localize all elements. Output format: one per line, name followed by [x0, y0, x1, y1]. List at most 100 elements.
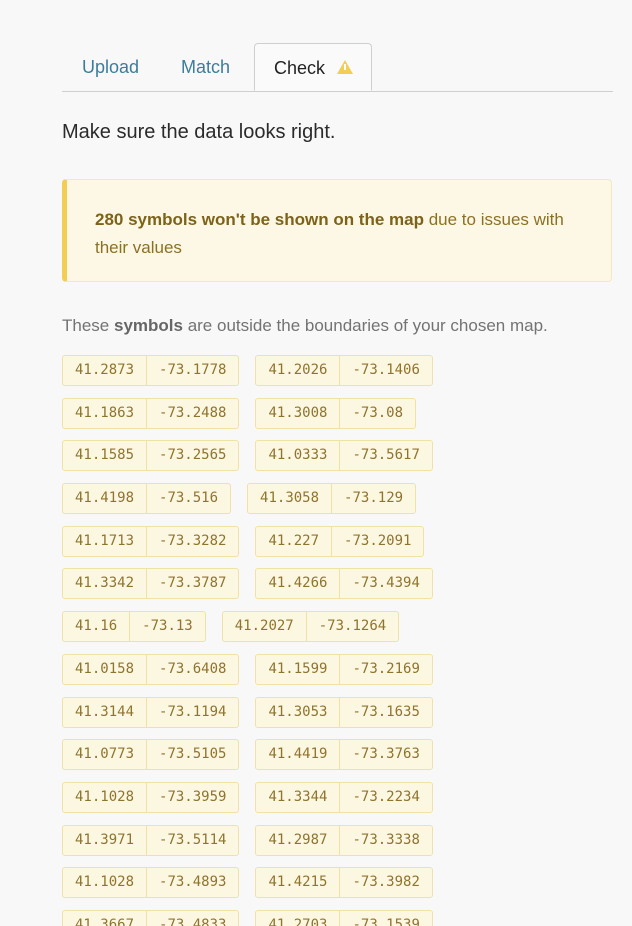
chip-row: 41.1713 -73.3282 41.227 -73.2091	[62, 525, 622, 557]
coordinate-chip: 41.2873 -73.1778	[62, 355, 240, 386]
coordinate-chip: 41.2027 -73.1264	[221, 611, 400, 643]
longitude-value: -73.2169	[339, 654, 431, 684]
coordinate-chip: 41.1585 -73.2565	[62, 440, 240, 472]
latitude-value: 41.1028	[75, 874, 135, 891]
coordinate-chip: 41.4215 -73.3982	[255, 867, 433, 899]
page-instruction: Make sure the data looks right.	[62, 121, 336, 143]
latitude-value: 41.2703	[268, 916, 328, 926]
latitude-value: 41.3344	[268, 788, 328, 805]
longitude-value: -73.5105	[146, 740, 238, 770]
latitude-value: 41.0158	[75, 660, 135, 677]
page: Upload Match Check Make sure the data lo…	[0, 0, 632, 926]
longitude-value: -73.5114	[146, 825, 238, 855]
latitude-value: 41.2026	[268, 362, 328, 378]
chip-row: 41.1028 -73.3959 41.3344 -73.2234	[62, 781, 622, 813]
chip-row: 41.1028 -73.4893 41.4215 -73.3982	[62, 867, 622, 899]
latitude-value: 41.4215	[268, 874, 328, 891]
latitude-value: 41.4198	[75, 490, 135, 507]
coordinate-chip: 41.3008 -73.08	[255, 397, 417, 429]
latitude-value: 41.1028	[75, 788, 135, 805]
coordinate-chip-list: 41.2873 -73.1778 41.2026 -73.1406 41.1863 -73…	[62, 355, 622, 926]
tab-match[interactable]: Match	[181, 43, 230, 91]
longitude-value: -73.1778	[146, 356, 238, 385]
coordinate-chip: 41.1599 -73.2169	[255, 653, 433, 685]
coordinate-chip: 41.3053 -73.1635	[255, 696, 433, 728]
desc-bold: symbols	[113, 316, 183, 335]
out-of-bounds-description: These symbols are outside the boundaries…	[62, 316, 548, 336]
chip-row: 41.0158 -73.6408 41.1599 -73.2169	[62, 653, 622, 685]
longitude-value: -73.4833	[146, 910, 238, 926]
latitude-value: 41.2027	[234, 618, 294, 635]
warning-icon	[337, 60, 353, 74]
latitude-value: 41.1863	[75, 404, 135, 421]
chip-row: 41.4198 -73.516 41.3058 -73.129	[62, 483, 622, 515]
tab-check[interactable]: Check	[254, 43, 372, 91]
chip-row: 41.1863 -73.2488 41.3008 -73.08	[62, 397, 622, 429]
coordinate-chip: 41.4419 -73.3763	[255, 739, 433, 771]
desc-pre: These	[62, 316, 114, 335]
longitude-value: -73.1539	[339, 910, 431, 926]
latitude-value: 41.227	[268, 532, 320, 549]
coordinate-chip: 41.1028 -73.4893	[62, 867, 240, 899]
coordinate-chip: 41.0333 -73.5617	[255, 440, 433, 472]
coordinate-chip: 41.2987 -73.3338	[255, 824, 433, 856]
chip-row: 41.16 -73.13 41.2027 -73.1264	[62, 611, 622, 643]
longitude-value: -73.3959	[146, 782, 238, 812]
latitude-value: 41.3971	[75, 831, 135, 848]
coordinate-chip: 41.3971 -73.5114	[62, 824, 240, 856]
latitude-value: 41.3342	[75, 575, 135, 592]
longitude-value: -73.516	[146, 484, 230, 514]
longitude-value: -73.13	[129, 612, 205, 642]
coordinate-chip: 41.227 -73.2091	[255, 525, 425, 557]
chip-row: 41.3667 -73.4833 41.2703 -73.1539	[62, 909, 622, 926]
coordinate-chip: 41.3342 -73.3787	[62, 568, 240, 600]
latitude-value: 41.3667	[75, 916, 135, 926]
coordinate-chip: 41.3144 -73.1194	[62, 696, 240, 728]
longitude-value: -73.129	[331, 484, 415, 514]
coordinate-chip: 41.3344 -73.2234	[255, 781, 433, 813]
coordinate-chip: 41.3667 -73.4833	[62, 909, 240, 926]
warning-notice: 280 symbols won't be shown on the map du…	[62, 179, 612, 282]
longitude-value: -73.3763	[339, 740, 431, 770]
latitude-value: 41.3144	[75, 703, 135, 720]
coordinate-chip: 41.1713 -73.3282	[62, 525, 240, 557]
coordinate-chip: 41.16 -73.13	[62, 611, 206, 643]
chip-row: 41.3342 -73.3787 41.4266 -73.4394	[62, 568, 622, 600]
longitude-value: -73.5617	[339, 441, 431, 471]
tab-bar: Upload Match Check	[62, 43, 613, 92]
coordinate-chip: 41.3058 -73.129	[247, 483, 417, 515]
tab-check-label: Check	[274, 58, 326, 78]
longitude-value: -73.1194	[146, 697, 238, 727]
coordinate-chip: 41.2026 -73.1406	[255, 355, 433, 386]
coordinate-chip: 41.0773 -73.5105	[62, 739, 240, 771]
longitude-value: -73.08	[339, 398, 415, 428]
longitude-value: -73.2488	[146, 398, 238, 428]
coordinate-chip: 41.0158 -73.6408	[62, 653, 240, 685]
latitude-value: 41.2873	[75, 362, 135, 378]
latitude-value: 41.1585	[75, 447, 135, 464]
latitude-value: 41.4266	[268, 575, 328, 592]
longitude-value: -73.2234	[339, 782, 431, 812]
longitude-value: -73.3982	[339, 868, 431, 898]
chip-row: 41.1585 -73.2565 41.0333 -73.5617	[62, 440, 622, 472]
warning-notice-bold: 280 symbols won't be shown on the map	[95, 210, 424, 229]
latitude-value: 41.0333	[268, 447, 328, 464]
tab-upload[interactable]: Upload	[82, 43, 139, 91]
chip-row: 41.2873 -73.1778 41.2026 -73.1406	[62, 355, 622, 386]
longitude-value: -73.6408	[146, 654, 238, 684]
chip-row: 41.3971 -73.5114 41.2987 -73.3338	[62, 824, 622, 856]
coordinate-chip: 41.1028 -73.3959	[62, 781, 240, 813]
latitude-value: 41.0773	[75, 746, 135, 763]
longitude-value: -73.4394	[339, 569, 431, 599]
longitude-value: -73.2565	[146, 441, 238, 471]
coordinate-chip: 41.1863 -73.2488	[62, 397, 240, 429]
latitude-value: 41.3053	[268, 703, 328, 720]
latitude-value: 41.4419	[268, 746, 328, 763]
longitude-value: -73.1635	[339, 697, 431, 727]
longitude-value: -73.4893	[146, 868, 238, 898]
latitude-value: 41.3008	[268, 404, 328, 421]
longitude-value: -73.1264	[305, 612, 398, 642]
latitude-value: 41.3058	[260, 490, 320, 507]
chip-row: 41.3144 -73.1194 41.3053 -73.1635	[62, 696, 622, 728]
coordinate-chip: 41.2703 -73.1539	[255, 909, 433, 926]
